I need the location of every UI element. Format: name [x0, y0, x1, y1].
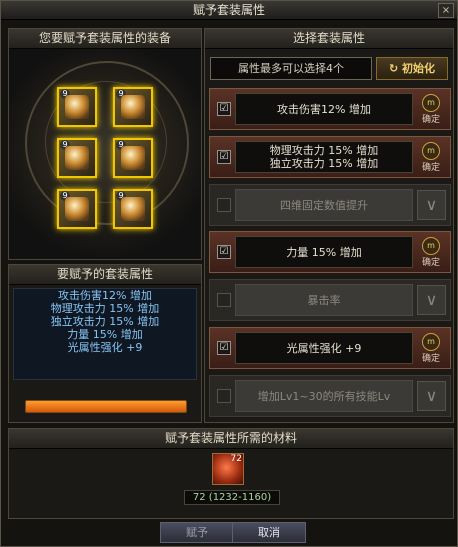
armor-icon	[65, 146, 89, 170]
equipment-panel: 您要赋予套装属性的装备 9 9 9 9 9 9	[8, 28, 202, 260]
attribute-option-row: 增加Lv1~30的所有技能Lv ∨	[209, 375, 451, 417]
equipment-panel-title: 您要赋予套装属性的装备	[9, 29, 201, 49]
attribute-option-row: 暴击率 ∨	[209, 279, 451, 321]
armor-icon	[121, 146, 145, 170]
confirm-button[interactable]: m 确定	[418, 94, 444, 125]
confirm-seal-icon: m	[422, 237, 440, 255]
reset-button[interactable]: ↻ 初始化	[376, 57, 448, 80]
attributes-panel-title: 要赋予的套装属性	[9, 265, 201, 285]
option-text: 增加Lv1~30的所有技能Lv	[257, 389, 391, 403]
option-checkbox[interactable]	[217, 198, 231, 212]
apply-button[interactable]: 赋予	[160, 522, 234, 543]
confirm-label: 确定	[421, 354, 440, 364]
option-text: 攻击伤害12% 增加	[277, 102, 371, 116]
attribute-list: 攻击伤害12% 增加 物理攻击力 15% 增加 独立攻击力 15% 增加 力量 …	[13, 288, 197, 380]
equipment-slot-6[interactable]: 9	[113, 189, 153, 229]
attribute-option-row: 四维固定数值提升 ∨	[209, 184, 451, 226]
option-label: 增加Lv1~30的所有技能Lv	[235, 380, 413, 412]
confirm-seal-icon: m	[422, 94, 440, 112]
select-panel-title: 选择套装属性	[205, 29, 453, 49]
attribute-line: 光属性强化 +9	[67, 341, 143, 354]
attribute-option-row: ☑ 攻击伤害12% 增加 m 确定	[209, 88, 451, 130]
max-selection-notice: 属性最多可以选择4个	[210, 57, 372, 80]
option-label: 四维固定数值提升	[235, 189, 413, 221]
set-attribute-window: 赋予套装属性 × 您要赋予套装属性的装备 9 9 9 9 9 9 要赋予的套装属…	[0, 0, 458, 547]
chevron-down-icon[interactable]: ∨	[417, 285, 446, 315]
confirm-label: 确定	[421, 115, 440, 125]
equipment-slot-2[interactable]: 9	[113, 87, 153, 127]
option-label: 物理攻击力 15% 增加 独立攻击力 15% 增加	[235, 141, 413, 173]
option-checkbox[interactable]	[217, 389, 231, 403]
option-text: 光属性强化 +9	[286, 341, 362, 355]
confirm-label: 确定	[421, 258, 440, 268]
option-label: 暴击率	[235, 284, 413, 316]
attribute-line: 力量 15% 增加	[67, 328, 143, 341]
materials-panel: 赋予套装属性所需的材料 72 72 (1232-1160)	[8, 428, 454, 519]
attribute-option-row: ☑ 物理攻击力 15% 增加 独立攻击力 15% 增加 m 确定	[209, 136, 451, 178]
option-text: 独立攻击力 15% 增加	[269, 157, 379, 170]
option-checkbox[interactable]: ☑	[217, 245, 231, 259]
option-checkbox[interactable]: ☑	[217, 102, 231, 116]
confirm-seal-icon: m	[422, 142, 440, 160]
magic-circle-background: 9 9 9 9 9 9	[9, 49, 201, 259]
option-label: 力量 15% 增加	[235, 236, 413, 268]
equipment-slot-3[interactable]: 9	[57, 138, 97, 178]
attribute-option-row: ☑ 光属性强化 +9 m 确定	[209, 327, 451, 369]
option-label: 光属性强化 +9	[235, 332, 413, 364]
option-checkbox[interactable]: ☑	[217, 150, 231, 164]
armor-icon	[121, 95, 145, 119]
material-quantity-info: 72 (1232-1160)	[184, 490, 280, 505]
option-text: 力量 15% 增加	[286, 245, 362, 259]
attributes-to-apply-panel: 要赋予的套装属性 攻击伤害12% 增加 物理攻击力 15% 增加 独立攻击力 1…	[8, 264, 202, 423]
window-title: 赋予套装属性	[192, 3, 265, 17]
armor-icon	[121, 197, 145, 221]
confirm-button[interactable]: m 确定	[418, 333, 444, 364]
option-text: 暴击率	[307, 293, 341, 307]
material-item[interactable]: 72	[212, 453, 244, 485]
confirm-button[interactable]: m 确定	[418, 237, 444, 268]
attribute-line: 独立攻击力 15% 增加	[50, 315, 160, 328]
equipment-slot-1[interactable]: 9	[57, 87, 97, 127]
materials-panel-title: 赋予套装属性所需的材料	[9, 429, 453, 449]
chevron-down-icon[interactable]: ∨	[417, 381, 446, 411]
equipment-slot-4[interactable]: 9	[113, 138, 153, 178]
cancel-button[interactable]: 取消	[232, 522, 306, 543]
progress-bar	[25, 400, 187, 413]
window-titlebar[interactable]: 赋予套装属性 ×	[1, 1, 457, 20]
option-checkbox[interactable]: ☑	[217, 341, 231, 355]
close-button[interactable]: ×	[438, 3, 454, 18]
attribute-line: 物理攻击力 15% 增加	[50, 302, 160, 315]
option-label: 攻击伤害12% 增加	[235, 93, 413, 125]
equipment-slot-5[interactable]: 9	[57, 189, 97, 229]
armor-icon	[65, 197, 89, 221]
chevron-down-icon[interactable]: ∨	[417, 190, 446, 220]
confirm-label: 确定	[421, 163, 440, 173]
armor-icon	[65, 95, 89, 119]
option-checkbox[interactable]	[217, 293, 231, 307]
select-attributes-panel: 选择套装属性 属性最多可以选择4个 ↻ 初始化 ☑ 攻击伤害12% 增加 m 确定…	[204, 28, 454, 423]
attribute-option-row: ☑ 力量 15% 增加 m 确定	[209, 231, 451, 273]
reset-button-label: 初始化	[402, 62, 436, 75]
option-text: 物理攻击力 15% 增加	[269, 144, 379, 157]
confirm-button[interactable]: m 确定	[418, 142, 444, 173]
attribute-line: 攻击伤害12% 增加	[58, 289, 152, 302]
material-count: 72	[230, 454, 242, 464]
confirm-seal-icon: m	[422, 333, 440, 351]
option-text: 四维固定数值提升	[280, 198, 368, 212]
